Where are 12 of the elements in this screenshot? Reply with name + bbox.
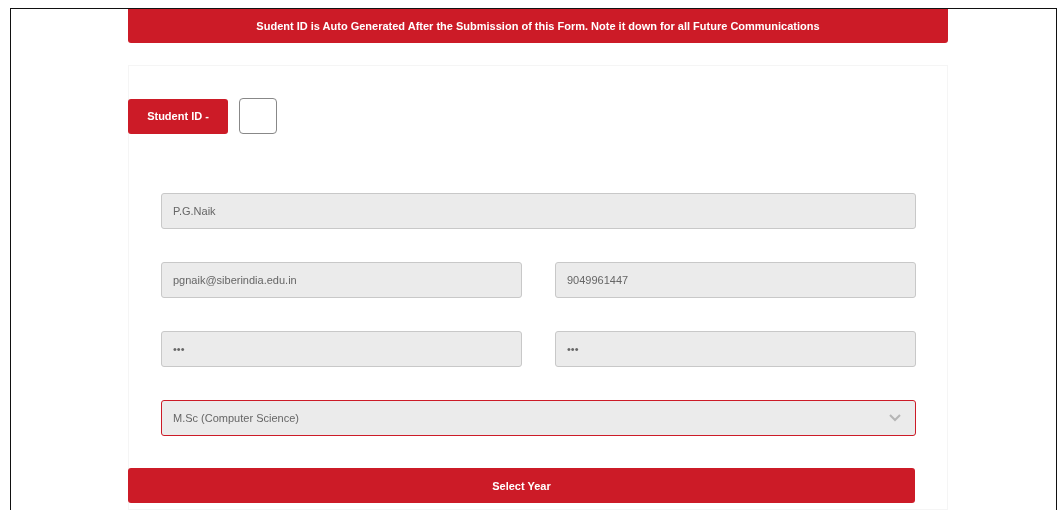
notice-banner: Sudent ID is Auto Generated After the Submission of this Form. Note it down for all Future Communications	[128, 9, 948, 43]
input-field[interactable]: 9049961447	[555, 262, 916, 298]
select-year-button[interactable]: Select Year	[128, 468, 915, 503]
student-id-button[interactable]: Student ID -	[128, 98, 228, 134]
input-field[interactable]: •••	[555, 331, 916, 367]
student-id-field[interactable]	[239, 98, 277, 134]
input-field[interactable]: •••	[161, 331, 522, 367]
select-value: M.Sc (Computer Science)	[173, 412, 299, 424]
input-field[interactable]: pgnaik@siberindia.edu.in	[161, 262, 522, 298]
input-field[interactable]: P.G.Naik	[161, 193, 916, 229]
chevron-down-icon	[889, 414, 901, 422]
course-select[interactable]: M.Sc (Computer Science)	[161, 400, 916, 436]
